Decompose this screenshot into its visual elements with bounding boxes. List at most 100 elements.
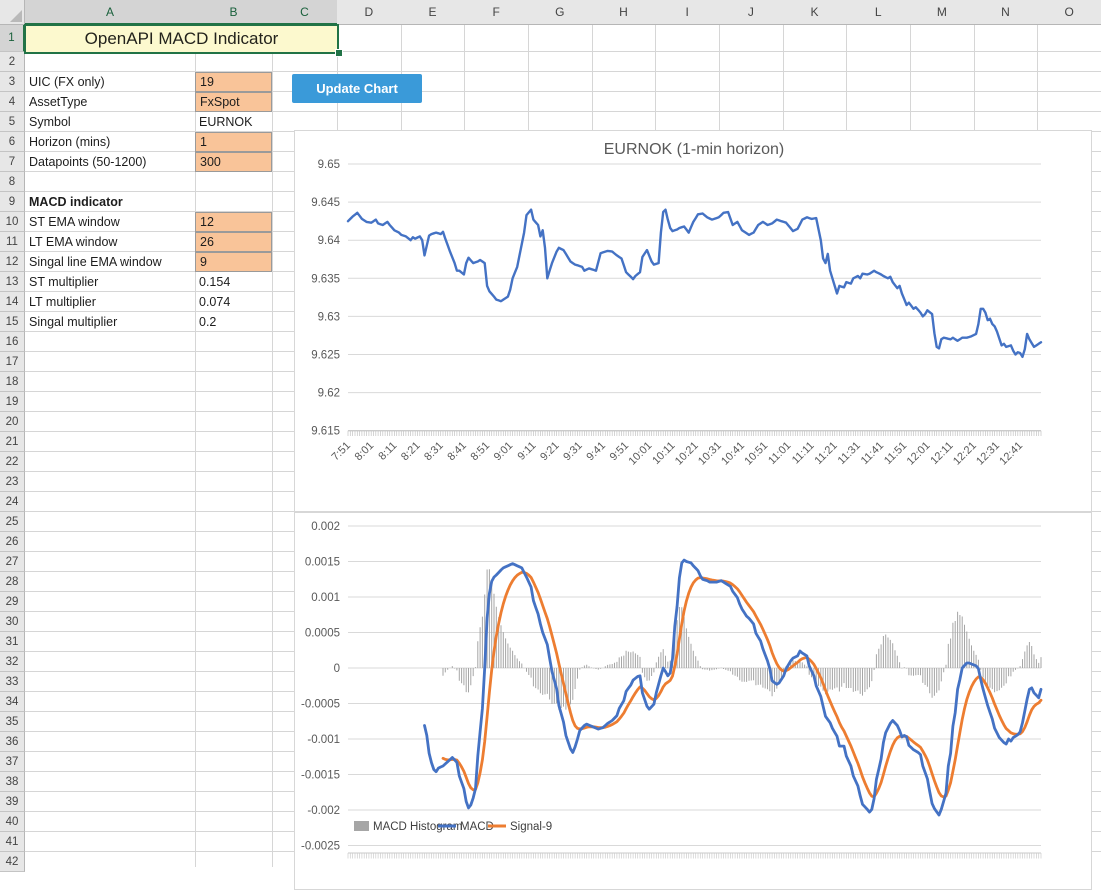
cell-B14[interactable]: 0.074 (195, 292, 272, 312)
cell-B10[interactable]: 12 (195, 212, 272, 232)
cell-A12[interactable]: Singal line EMA window (25, 252, 195, 272)
row-header-6[interactable]: 6 (0, 132, 25, 152)
row-header-22[interactable]: 22 (0, 452, 25, 472)
row-header-15[interactable]: 15 (0, 312, 25, 332)
row-header-16[interactable]: 16 (0, 332, 25, 352)
row-header-27[interactable]: 27 (0, 552, 25, 572)
column-header-I[interactable]: I (655, 0, 720, 25)
row-header-23[interactable]: 23 (0, 472, 25, 492)
column-header-H[interactable]: H (592, 0, 657, 25)
row-header-37[interactable]: 37 (0, 752, 25, 772)
cell-A7[interactable]: Datapoints (50-1200) (25, 152, 195, 172)
cell-A5[interactable]: Symbol (25, 112, 195, 132)
x-axis-label: 11:51 (882, 440, 909, 467)
column-header-O[interactable]: O (1037, 0, 1101, 25)
row-header-29[interactable]: 29 (0, 592, 25, 612)
row-header-31[interactable]: 31 (0, 632, 25, 652)
price-chart[interactable]: 9.659.6459.649.6359.639.6259.629.615EURN… (294, 130, 1092, 512)
column-header-C[interactable]: C (272, 0, 338, 25)
cell-A9[interactable]: MACD indicator (25, 192, 195, 212)
row-header-12[interactable]: 12 (0, 252, 25, 272)
x-axis-label: 11:31 (836, 440, 863, 467)
cell-B11[interactable]: 26 (195, 232, 272, 252)
row-header-10[interactable]: 10 (0, 212, 25, 232)
macd-chart[interactable]: 0.0020.00150.0010.00050-0.0005-0.001-0.0… (294, 512, 1092, 890)
row-header-1[interactable]: 1 (0, 25, 25, 52)
update-chart-button[interactable]: Update Chart (292, 74, 422, 103)
cell-B3[interactable]: 19 (195, 72, 272, 92)
cell-B7[interactable]: 300 (195, 152, 272, 172)
cell-A6[interactable]: Horizon (mins) (25, 132, 195, 152)
row-header-18[interactable]: 18 (0, 372, 25, 392)
y-axis-label: 9.615 (311, 426, 340, 438)
y-axis-label: 9.64 (318, 235, 341, 247)
y-axis-label: 0.001 (311, 592, 340, 604)
cell-A15[interactable]: Singal multiplier (25, 312, 195, 332)
row-header-13[interactable]: 13 (0, 272, 25, 292)
y-axis-label: 9.635 (311, 273, 340, 285)
column-header-B[interactable]: B (195, 0, 273, 25)
column-header-A[interactable]: A (25, 0, 196, 25)
row-header-9[interactable]: 9 (0, 192, 25, 212)
row-header-20[interactable]: 20 (0, 412, 25, 432)
row-header-11[interactable]: 11 (0, 232, 25, 252)
column-header-J[interactable]: J (719, 0, 784, 25)
row-header-33[interactable]: 33 (0, 672, 25, 692)
row-header-7[interactable]: 7 (0, 152, 25, 172)
row-header-42[interactable]: 42 (0, 852, 25, 872)
row-header-34[interactable]: 34 (0, 692, 25, 712)
row-header-28[interactable]: 28 (0, 572, 25, 592)
row-header-8[interactable]: 8 (0, 172, 25, 192)
column-header-E[interactable]: E (401, 0, 466, 25)
row-header-39[interactable]: 39 (0, 792, 25, 812)
row-header-26[interactable]: 26 (0, 532, 25, 552)
x-axis-label: 8:21 (399, 440, 423, 464)
x-axis-ticks (348, 853, 1041, 859)
cell-A13[interactable]: ST multiplier (25, 272, 195, 292)
column-header-G[interactable]: G (528, 0, 593, 25)
cell-B13[interactable]: 0.154 (195, 272, 272, 292)
column-header-K[interactable]: K (783, 0, 848, 25)
title-cell[interactable]: OpenAPI MACD Indicator (26, 26, 337, 52)
cell-A10[interactable]: ST EMA window (25, 212, 195, 232)
select-all-button[interactable] (0, 0, 25, 25)
row-header-14[interactable]: 14 (0, 292, 25, 312)
cell-A3[interactable]: UIC (FX only) (25, 72, 195, 92)
row-header-30[interactable]: 30 (0, 612, 25, 632)
column-header-F[interactable]: F (464, 0, 529, 25)
row-header-25[interactable]: 25 (0, 512, 25, 532)
row-header-38[interactable]: 38 (0, 772, 25, 792)
column-header-D[interactable]: D (337, 0, 402, 25)
cell-B15[interactable]: 0.2 (195, 312, 272, 332)
x-axis-label: 10:21 (673, 440, 701, 468)
row-header-40[interactable]: 40 (0, 812, 25, 832)
cell-B6[interactable]: 1 (195, 132, 272, 152)
x-axis-label: 10:51 (742, 440, 770, 468)
row-header-32[interactable]: 32 (0, 652, 25, 672)
cell-B5[interactable]: EURNOK (195, 112, 272, 132)
row-header-3[interactable]: 3 (0, 72, 25, 92)
column-header-M[interactable]: M (910, 0, 975, 25)
cell-A11[interactable]: LT EMA window (25, 232, 195, 252)
row-header-36[interactable]: 36 (0, 732, 25, 752)
row-header-24[interactable]: 24 (0, 492, 25, 512)
row-header-5[interactable]: 5 (0, 112, 25, 132)
y-axis-label: -0.002 (307, 805, 340, 817)
row-header-21[interactable]: 21 (0, 432, 25, 452)
cell-B4[interactable]: FxSpot (195, 92, 272, 112)
row-header-19[interactable]: 19 (0, 392, 25, 412)
column-header-N[interactable]: N (974, 0, 1039, 25)
x-axis-label: 11:01 (766, 440, 793, 467)
selection-fill-handle[interactable] (335, 49, 343, 57)
column-header-L[interactable]: L (846, 0, 911, 25)
row-header-4[interactable]: 4 (0, 92, 25, 112)
row-header-17[interactable]: 17 (0, 352, 25, 372)
row-header-2[interactable]: 2 (0, 52, 25, 72)
row-header-41[interactable]: 41 (0, 832, 25, 852)
cell-A14[interactable]: LT multiplier (25, 292, 195, 312)
cell-A4[interactable]: AssetType (25, 92, 195, 112)
cell-B12[interactable]: 9 (195, 252, 272, 272)
y-axis-label: 0.0005 (305, 628, 340, 640)
x-axis-label: 11:11 (790, 440, 817, 467)
row-header-35[interactable]: 35 (0, 712, 25, 732)
